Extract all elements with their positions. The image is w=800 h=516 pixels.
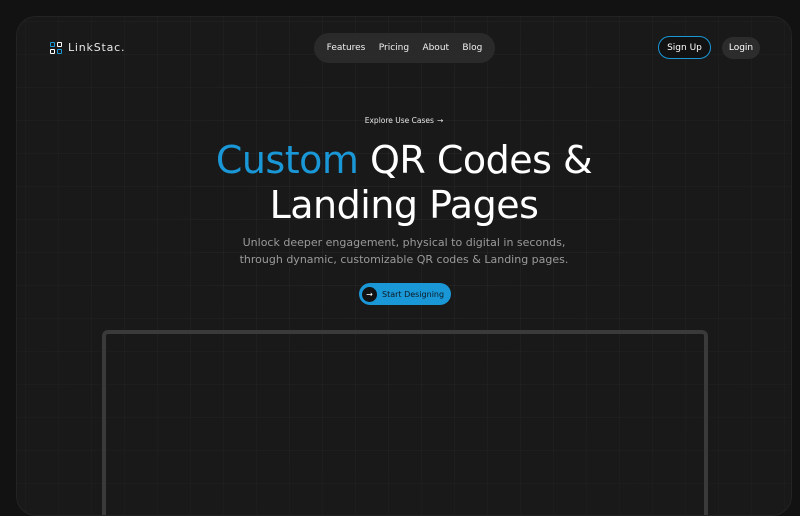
app-preview-frame xyxy=(102,330,708,515)
headline-accent: Custom xyxy=(215,138,359,182)
headline-rest: QR Codes & xyxy=(358,138,593,182)
nav-item-blog[interactable]: Blog xyxy=(462,43,482,53)
nav-item-about[interactable]: About xyxy=(422,43,449,53)
login-button[interactable]: Login xyxy=(722,37,760,59)
start-designing-button[interactable]: → Start Designing xyxy=(359,283,451,305)
subtitle-line1: Unlock deeper engagement, physical to di… xyxy=(242,236,566,249)
sign-up-button[interactable]: Sign Up xyxy=(658,36,711,59)
nav-item-pricing[interactable]: Pricing xyxy=(379,43,409,53)
nav-item-features[interactable]: Features xyxy=(327,43,366,53)
subtitle-line2: through dynamic, customizable QR codes &… xyxy=(239,253,569,266)
hero-headline: Custom QR Codes & Landing Pages xyxy=(17,138,791,228)
cta-label: Start Designing xyxy=(382,289,445,299)
brand-logo[interactable]: LinkStac. xyxy=(50,41,125,54)
qr-grid-icon xyxy=(50,41,62,54)
arrow-right-circle-icon: → xyxy=(362,286,377,302)
arrow-right-icon: → xyxy=(436,116,444,125)
brand-name: LinkStac. xyxy=(68,41,126,54)
main-nav: Features Pricing About Blog xyxy=(314,33,495,63)
headline-line2: Landing Pages xyxy=(269,183,539,227)
explore-label: Explore Use Cases xyxy=(364,116,434,125)
hero-subtitle: Unlock deeper engagement, physical to di… xyxy=(17,234,791,268)
page-frame: LinkStac. Features Pricing About Blog Si… xyxy=(16,16,792,516)
explore-use-cases-link[interactable]: Explore Use Cases → xyxy=(17,116,791,125)
